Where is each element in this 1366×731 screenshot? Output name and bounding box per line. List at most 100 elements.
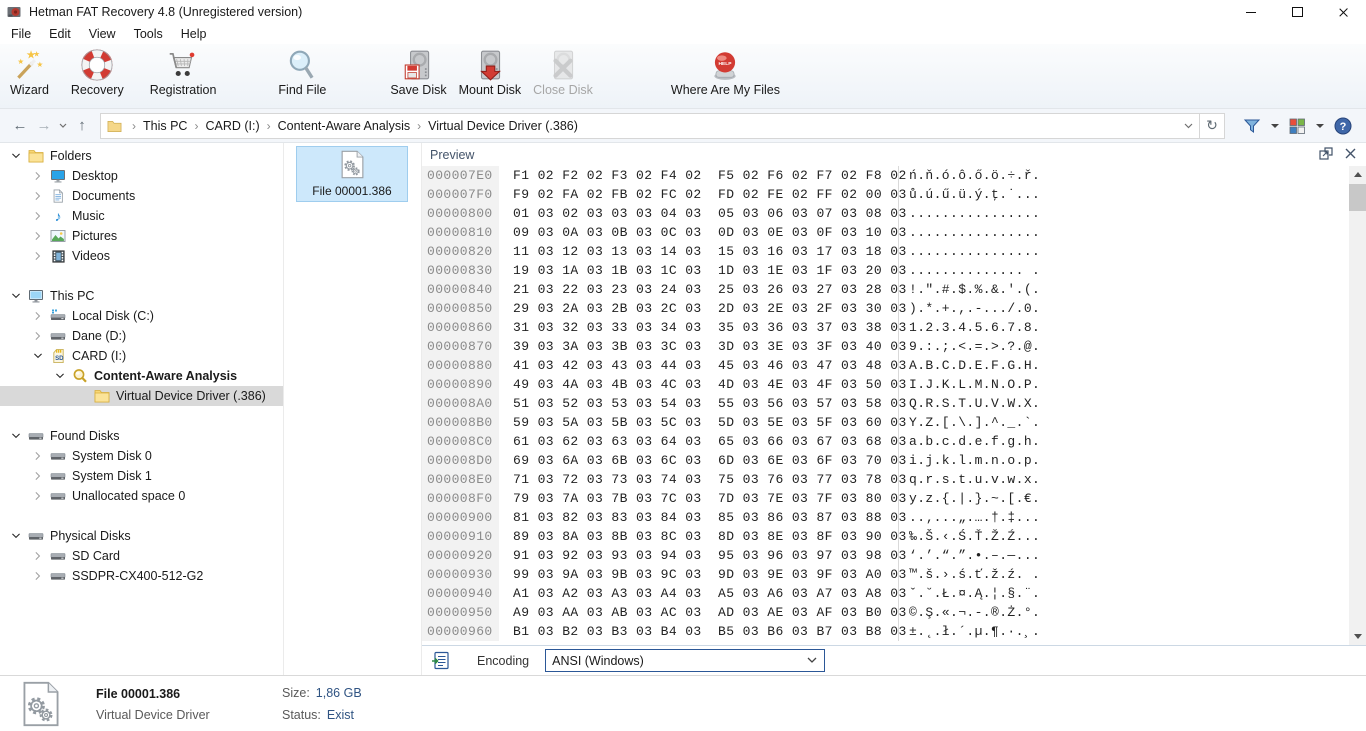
- sidebar-item-local-disk-c[interactable]: Local Disk (C:): [0, 306, 283, 326]
- find-file-button[interactable]: Find File: [272, 47, 332, 98]
- chevron-down-icon[interactable]: [52, 368, 68, 384]
- desktop-icon: [49, 168, 67, 184]
- file-item-file-00001-386[interactable]: File 00001.386: [296, 146, 408, 202]
- sidebar-item-system-disk-0[interactable]: System Disk 0: [0, 446, 283, 466]
- chevron-down-icon[interactable]: [30, 348, 46, 364]
- chevron-right-icon[interactable]: [30, 448, 46, 464]
- sidebar-item-pictures[interactable]: Pictures: [0, 226, 283, 246]
- disk-icon: [27, 528, 45, 544]
- address-input[interactable]: › This PC › CARD (I:) › Content-Aware Analysi…: [100, 112, 1200, 139]
- wizard-button[interactable]: ★ ★ ★ ★ Wizard: [4, 47, 55, 98]
- sidebar-item-ssdpr-cx400-512-g2[interactable]: SSDPR-CX400-512-G2: [0, 566, 283, 586]
- filter-dropdown-caret-icon[interactable]: [1271, 123, 1279, 128]
- mount-disk-button[interactable]: Mount Disk: [453, 47, 528, 98]
- chevron-right-icon[interactable]: [30, 308, 46, 324]
- sidebar-item-folders[interactable]: Folders: [0, 146, 283, 166]
- menu-view[interactable]: View: [80, 24, 125, 44]
- disk-icon: [49, 448, 67, 464]
- filter-button[interactable]: [1239, 114, 1265, 138]
- vertical-scrollbar[interactable]: [1349, 166, 1366, 645]
- breadcrumb-item-this-pc[interactable]: This PC: [143, 119, 187, 133]
- sidebar-item-sd-card[interactable]: SD Card: [0, 546, 283, 566]
- chevron-right-icon[interactable]: [30, 568, 46, 584]
- menu-tools[interactable]: Tools: [125, 24, 172, 44]
- view-mode-button[interactable]: [1285, 114, 1310, 138]
- hex-offset: 00000840: [422, 280, 499, 299]
- sidebar-item-virtual-device-driver-386[interactable]: Virtual Device Driver (.386): [0, 386, 283, 406]
- sidebar-item-card-i[interactable]: SD CARD (I:): [0, 346, 283, 366]
- sidebar-item-dane-d[interactable]: Dane (D:): [0, 326, 283, 346]
- hex-ascii: Y.Z.[.\.].^._.`.: [898, 413, 1040, 432]
- chevron-down-icon[interactable]: [8, 528, 24, 544]
- forward-button[interactable]: →: [32, 114, 56, 138]
- recovery-button[interactable]: Recovery: [65, 47, 130, 98]
- encoding-label: Encoding: [477, 653, 530, 668]
- chevron-right-icon[interactable]: [30, 248, 46, 264]
- scroll-down-icon[interactable]: [1349, 628, 1366, 645]
- sidebar-item-system-disk-1[interactable]: System Disk 1: [0, 466, 283, 486]
- sidebar-item-desktop[interactable]: Desktop: [0, 166, 283, 186]
- where-are-my-files-button[interactable]: HELP Where Are My Files: [665, 47, 786, 98]
- save-disk-button[interactable]: Save Disk: [384, 47, 452, 98]
- svg-text:★: ★: [18, 57, 25, 66]
- view-dropdown-caret-icon[interactable]: [1316, 123, 1324, 128]
- svg-text:?: ?: [1340, 121, 1347, 133]
- titlebar: Hetman FAT Recovery 4.8 (Unregistered ve…: [0, 0, 1366, 24]
- chevron-right-icon[interactable]: [30, 468, 46, 484]
- chevron-down-icon[interactable]: [8, 148, 24, 164]
- chevron-right-icon[interactable]: [30, 548, 46, 564]
- sidebar-item-found-disks[interactable]: Found Disks: [0, 426, 283, 446]
- chevron-down-icon[interactable]: [8, 428, 24, 444]
- tree-item-label: Unallocated space 0: [72, 489, 186, 503]
- registration-button[interactable]: Registration: [144, 47, 223, 98]
- sidebar-item-unallocated-space-0[interactable]: Unallocated space 0: [0, 486, 283, 506]
- toolbar-button-label: Find File: [278, 83, 327, 97]
- toolbar-button-label: Recovery: [70, 83, 124, 97]
- sidebar-item-videos[interactable]: Videos: [0, 246, 283, 266]
- maximize-button[interactable]: [1274, 0, 1320, 24]
- breadcrumb-item-virtual-device-driver-386[interactable]: Virtual Device Driver (.386): [428, 119, 578, 133]
- hex-offset: 000007E0: [422, 166, 499, 185]
- address-dropdown-chevron-icon[interactable]: [1177, 114, 1199, 138]
- no-chevron: [74, 388, 90, 404]
- disk-icon: [49, 468, 67, 484]
- history-chevron-icon[interactable]: [56, 114, 70, 138]
- menu-help[interactable]: Help: [172, 24, 216, 44]
- hex-ascii: ‘.’.“.”.•.–.—...: [898, 546, 1040, 565]
- refresh-button[interactable]: ↻: [1200, 112, 1225, 139]
- breadcrumb-item-card-i[interactable]: CARD (I:): [205, 119, 259, 133]
- menu-edit[interactable]: Edit: [40, 24, 80, 44]
- encoding-select[interactable]: ANSI (Windows): [545, 649, 826, 672]
- help-button[interactable]: ?: [1330, 114, 1356, 138]
- chevron-right-icon[interactable]: [30, 328, 46, 344]
- sidebar-item-music[interactable]: ♪ Music: [0, 206, 283, 226]
- file-list: File 00001.386: [284, 143, 421, 675]
- close-button[interactable]: [1320, 0, 1366, 24]
- close-preview-icon[interactable]: [1345, 148, 1356, 162]
- chevron-right-icon[interactable]: [30, 208, 46, 224]
- back-button[interactable]: ←: [8, 114, 32, 138]
- minimize-button[interactable]: [1228, 0, 1274, 24]
- hex-row: 00000920 91 03 92 03 93 03 94 03 95 03 96…: [422, 546, 1366, 565]
- chevron-down-icon[interactable]: [8, 288, 24, 304]
- sidebar-item-content-aware-analysis[interactable]: Content-Aware Analysis: [0, 366, 283, 386]
- popout-panel-icon[interactable]: [1319, 146, 1333, 163]
- scrollbar-thumb[interactable]: [1349, 184, 1366, 211]
- chevron-right-icon[interactable]: [30, 488, 46, 504]
- preview-header: Preview: [422, 143, 1366, 166]
- hex-bytes: 69 03 6A 03 6B 03 6C 03 6D 03 6E 03 6F 0…: [513, 453, 907, 468]
- hex-bytes: 49 03 4A 03 4B 03 4C 03 4D 03 4E 03 4F 0…: [513, 377, 907, 392]
- menu-file[interactable]: File: [2, 24, 40, 44]
- hex-offset: 000008D0: [422, 451, 499, 470]
- chevron-right-icon[interactable]: [30, 188, 46, 204]
- scroll-up-icon[interactable]: [1349, 166, 1366, 183]
- chevron-right-icon[interactable]: [30, 168, 46, 184]
- up-button[interactable]: ↑: [70, 114, 94, 138]
- chevron-right-icon[interactable]: [30, 228, 46, 244]
- breadcrumb-item-content-aware-analysis[interactable]: Content-Aware Analysis: [278, 119, 410, 133]
- window-title: Hetman FAT Recovery 4.8 (Unregistered ve…: [29, 5, 303, 19]
- sidebar-item-this-pc[interactable]: This PC: [0, 286, 283, 306]
- sidebar-item-documents[interactable]: Documents: [0, 186, 283, 206]
- sidebar-item-physical-disks[interactable]: Physical Disks: [0, 526, 283, 546]
- status-bar: File 00001.386 Virtual Device Driver Siz…: [0, 675, 1366, 731]
